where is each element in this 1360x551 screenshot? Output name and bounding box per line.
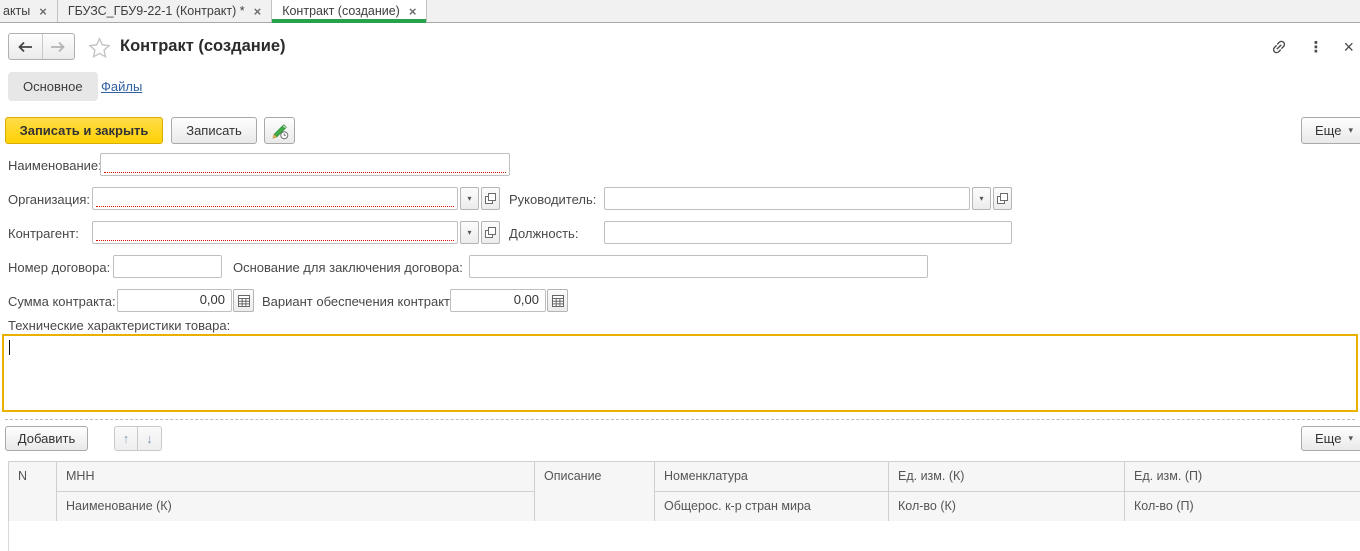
name-input[interactable] <box>100 153 510 176</box>
window-tab-label: акты <box>3 4 30 18</box>
more-label: Еще <box>1315 123 1341 138</box>
manager-label: Руководитель: <box>509 192 596 207</box>
organization-open-button[interactable] <box>481 187 500 210</box>
amount-label: Сумма контракта: <box>8 294 116 309</box>
basis-input[interactable] <box>469 255 928 278</box>
column-header-qty-k[interactable]: Кол-во (К) <box>889 492 1125 522</box>
open-icon <box>485 193 496 204</box>
tab-main[interactable]: Основное <box>8 72 98 101</box>
tab-close-icon[interactable]: × <box>254 5 262 18</box>
chevron-down-icon: ▾ <box>467 228 471 237</box>
manager-dropdown-button[interactable]: ▾ <box>972 187 991 210</box>
save-button[interactable]: Записать <box>171 117 257 144</box>
counterparty-dropdown-button[interactable]: ▾ <box>460 221 479 244</box>
contract-number-input[interactable] <box>113 255 222 278</box>
save-and-close-button[interactable]: Записать и закрыть <box>5 117 163 144</box>
amount-value: 0,00 <box>200 292 225 307</box>
link-icon[interactable] <box>1270 38 1288 56</box>
required-marker <box>96 240 454 241</box>
contract-number-label: Номер договора: <box>8 260 110 275</box>
move-row-down-button[interactable]: ↓ <box>138 426 162 451</box>
organization-label: Организация: <box>8 192 90 207</box>
column-header-unit-p[interactable]: Ед. изм. (П) <box>1125 462 1360 492</box>
manager-open-button[interactable] <box>993 187 1012 210</box>
column-header-qty-p[interactable]: Кол-во (П) <box>1125 492 1360 522</box>
move-row-group: ↑ ↓ <box>114 426 162 451</box>
column-header-description[interactable]: Описание <box>535 462 655 522</box>
counterparty-open-button[interactable] <box>481 221 500 244</box>
window-tab-bar: акты × ГБУЗС_ГБУ9-22-1 (Контракт) * × Ко… <box>0 0 1360 23</box>
table-more-button[interactable]: Еще ▾ <box>1301 426 1360 451</box>
open-icon <box>485 227 496 238</box>
chevron-down-icon: ▾ <box>979 194 983 203</box>
position-label: Должность: <box>509 226 578 241</box>
column-header-unit-k[interactable]: Ед. изм. (К) <box>889 462 1125 492</box>
forward-button[interactable] <box>42 34 75 59</box>
window-tab-label: Контракт (создание) <box>282 4 400 18</box>
position-input[interactable] <box>604 221 1012 244</box>
column-header-name-k[interactable]: Наименование (К) <box>57 492 535 522</box>
back-arrow-icon <box>17 41 33 53</box>
security-option-value: 0,00 <box>514 292 539 307</box>
splitter-handle[interactable] <box>5 419 1355 420</box>
tech-specs-textarea[interactable] <box>2 334 1358 412</box>
organization-dropdown-button[interactable]: ▾ <box>460 187 479 210</box>
pencil-clock-icon <box>270 122 290 140</box>
form-more-button[interactable]: Еще ▾ <box>1301 117 1360 144</box>
chevron-down-icon: ▾ <box>1348 125 1353 136</box>
organization-input[interactable] <box>92 187 458 210</box>
history-nav-group <box>8 33 75 60</box>
column-header-nomenclature[interactable]: Номенклатура <box>655 462 889 492</box>
favorite-star-icon[interactable] <box>88 37 111 59</box>
items-table-header: N МНН Описание Номенклатура Ед. изм. (К)… <box>8 461 1360 522</box>
tab-close-icon[interactable]: × <box>39 5 47 18</box>
name-label: Наименование: <box>8 158 102 173</box>
close-form-icon[interactable]: × <box>1343 38 1354 56</box>
move-row-up-button[interactable]: ↑ <box>114 426 138 451</box>
security-option-input[interactable]: 0,00 <box>450 289 546 312</box>
window-tab-label: ГБУЗС_ГБУ9-22-1 (Контракт) * <box>68 4 245 18</box>
more-label: Еще <box>1315 431 1341 446</box>
chevron-down-icon: ▾ <box>467 194 471 203</box>
window-tab-contract-new[interactable]: Контракт (создание) × <box>272 0 427 22</box>
up-arrow-icon: ↑ <box>123 431 130 446</box>
down-arrow-icon: ↓ <box>146 431 153 446</box>
chevron-down-icon: ▾ <box>1348 433 1353 444</box>
items-table-body[interactable] <box>8 521 1360 551</box>
edit-history-button[interactable] <box>264 117 295 144</box>
manager-input[interactable] <box>604 187 970 210</box>
tab-close-icon[interactable]: × <box>409 5 417 18</box>
security-option-calculator-button[interactable] <box>547 289 568 312</box>
window-tab-gbuzs-contract[interactable]: ГБУЗС_ГБУ9-22-1 (Контракт) * × <box>58 0 272 22</box>
calculator-icon <box>552 295 564 307</box>
counterparty-input[interactable] <box>92 221 458 244</box>
tech-specs-label: Технические характеристики товара: <box>8 318 230 333</box>
page-title: Контракт (создание) <box>120 37 286 56</box>
security-option-label: Вариант обеспечения контракта: <box>262 294 461 309</box>
forward-arrow-icon <box>50 41 66 53</box>
counterparty-label: Контрагент: <box>8 226 79 241</box>
tab-files-link[interactable]: Файлы <box>101 79 142 94</box>
required-marker <box>96 206 454 207</box>
amount-calculator-button[interactable] <box>233 289 254 312</box>
more-menu-icon[interactable]: ⋮ <box>1308 40 1323 55</box>
column-header-mnn[interactable]: МНН <box>57 462 535 492</box>
calculator-icon <box>238 295 250 307</box>
column-header-n[interactable]: N <box>9 462 57 522</box>
open-icon <box>997 193 1008 204</box>
required-marker <box>104 172 506 173</box>
add-row-button[interactable]: Добавить <box>5 426 88 451</box>
basis-label: Основание для заключения договора: <box>233 260 463 275</box>
text-cursor <box>9 340 10 355</box>
header-icons: ⋮ × <box>1270 38 1354 56</box>
back-button[interactable] <box>9 34 42 59</box>
window-tab-acts[interactable]: акты × <box>0 0 58 22</box>
column-header-country-classifier[interactable]: Общерос. к-р стран мира <box>655 492 889 522</box>
amount-input[interactable]: 0,00 <box>117 289 232 312</box>
